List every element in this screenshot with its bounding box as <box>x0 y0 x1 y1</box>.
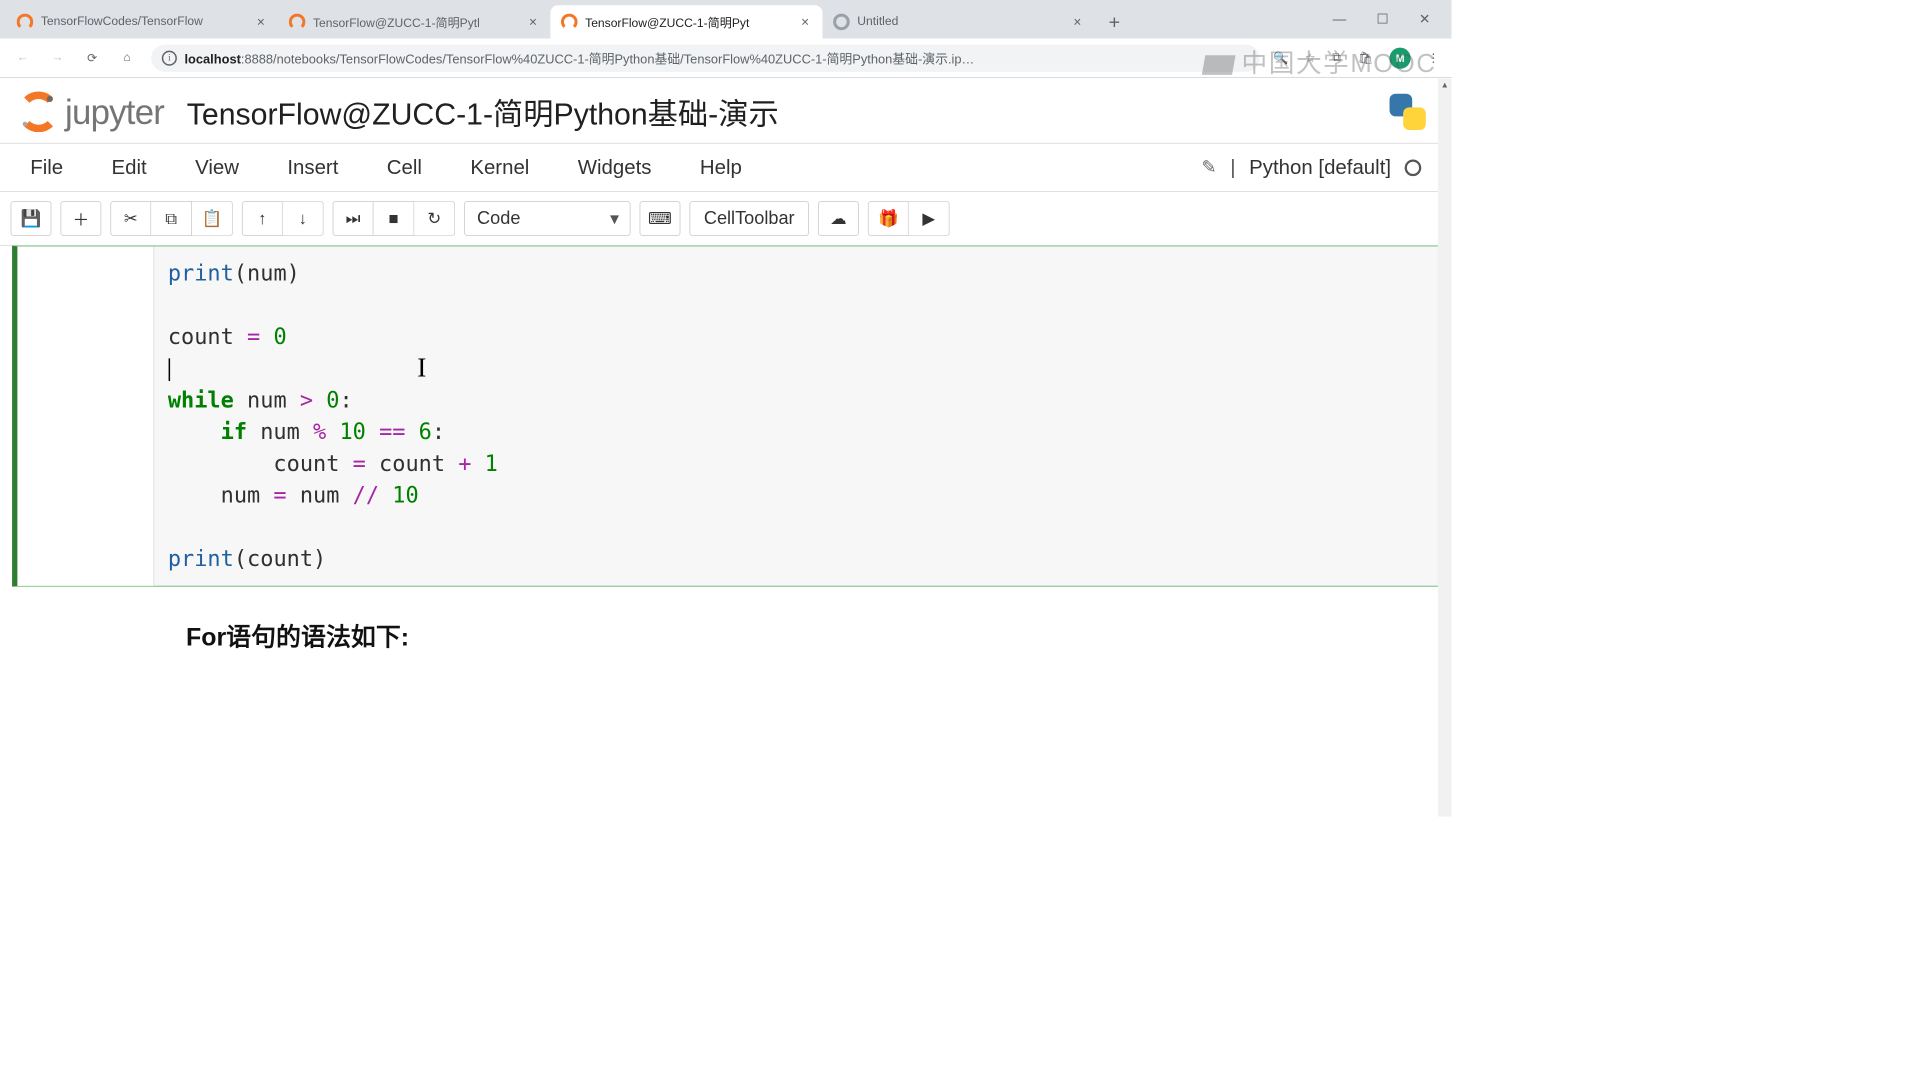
search-icon[interactable]: 🔍 <box>1273 50 1288 65</box>
vertical-scrollbar[interactable]: ▲ <box>1438 79 1452 817</box>
maximize-icon[interactable]: ☐ <box>1376 11 1388 27</box>
tab-title: TensorFlow@ZUCC-1-简明Pyt <box>585 13 791 31</box>
tab-title: TensorFlowCodes/TensorFlow <box>41 15 247 29</box>
menubar: File Edit View Insert Cell Kernel Widget… <box>0 144 1452 192</box>
home-button[interactable]: ⌂ <box>116 47 137 68</box>
profile-avatar[interactable]: M <box>1390 47 1411 68</box>
browser-tab[interactable]: TensorFlow@ZUCC-1-简明Pytl × <box>278 5 550 38</box>
jupyter-header: jupyter TensorFlow@ZUCC-1-简明Python基础-演示 <box>0 78 1452 144</box>
jupyter-favicon <box>17 14 34 31</box>
text-cursor <box>169 358 171 381</box>
menu-widgets[interactable]: Widgets <box>578 156 652 179</box>
gift-button[interactable]: 🎁 <box>868 201 909 236</box>
tab-close-icon[interactable]: × <box>798 15 812 29</box>
interrupt-button[interactable]: ■ <box>373 201 414 236</box>
menu-edit[interactable]: Edit <box>112 156 147 179</box>
jupyter-logo-text: jupyter <box>65 91 164 132</box>
shopping-icon[interactable]: 🛍 <box>1358 50 1373 65</box>
browser-tab[interactable]: TensorFlowCodes/TensorFlow × <box>6 5 278 38</box>
menu-insert[interactable]: Insert <box>287 156 338 179</box>
close-window-icon[interactable]: ✕ <box>1419 11 1430 27</box>
presentation-button[interactable]: ▶ <box>909 201 950 236</box>
tab-close-icon[interactable]: × <box>526 15 540 29</box>
forward-button[interactable]: → <box>47 47 68 68</box>
menu-cell[interactable]: Cell <box>387 156 422 179</box>
scroll-up-icon[interactable]: ▲ <box>1438 79 1452 93</box>
notebook-container: print(num) count = 0 I while num > 0: if… <box>0 246 1452 808</box>
new-tab-button[interactable]: + <box>1101 8 1128 35</box>
divider: | <box>1230 156 1235 179</box>
browser-tab[interactable]: Untitled × <box>823 5 1095 38</box>
menu-icon[interactable]: ⋮ <box>1427 50 1439 65</box>
tab-title: TensorFlow@ZUCC-1-简明Pytl <box>313 13 519 31</box>
browser-tab-strip: TensorFlowCodes/TensorFlow × TensorFlow@… <box>0 0 1452 39</box>
tab-close-icon[interactable]: × <box>1070 15 1084 29</box>
tab-title: Untitled <box>857 15 1063 29</box>
cell-type-select[interactable]: Code <box>464 201 630 236</box>
jupyter-favicon <box>561 14 578 31</box>
reader-icon[interactable]: ⧉ <box>1332 51 1341 65</box>
paste-button[interactable]: 📋 <box>192 201 233 236</box>
toolbar: 💾 ＋ ✂ ⧉ 📋 ↑ ↓ ⏭ ■ ↻ Code ⌨ CellToolbar ☁… <box>0 192 1452 246</box>
kernel-indicator-idle-icon <box>1405 159 1422 176</box>
restart-button[interactable]: ↻ <box>414 201 455 236</box>
jupyter-favicon <box>289 14 306 31</box>
menu-view[interactable]: View <box>195 156 239 179</box>
url-text: localhost:8888/notebooks/TensorFlowCodes… <box>184 48 974 67</box>
kernel-name[interactable]: Python [default] <box>1249 156 1391 179</box>
cell-prompt <box>17 246 153 586</box>
minimize-icon[interactable]: — <box>1333 11 1347 27</box>
move-down-button[interactable]: ↓ <box>283 201 324 236</box>
browser-toolbar: ← → ⟳ ⌂ i localhost:8888/notebooks/Tenso… <box>0 39 1452 78</box>
menu-help[interactable]: Help <box>700 156 742 179</box>
site-info-icon[interactable]: i <box>162 50 177 65</box>
move-up-button[interactable]: ↑ <box>242 201 283 236</box>
markdown-heading: For语句的语法如下: <box>12 587 1439 654</box>
cut-button[interactable]: ✂ <box>110 201 151 236</box>
address-bar[interactable]: i localhost:8888/notebooks/TensorFlowCod… <box>151 44 1259 71</box>
save-button[interactable]: 💾 <box>11 201 52 236</box>
edit-mode-icon: ✎ <box>1201 156 1216 178</box>
run-button[interactable]: ⏭ <box>333 201 374 236</box>
cloud-upload-button[interactable]: ☁ <box>818 201 859 236</box>
bookmark-icon[interactable]: ☆ <box>1305 50 1316 65</box>
python-logo-icon <box>1387 91 1429 133</box>
command-palette-button[interactable]: ⌨ <box>640 201 681 236</box>
code-cell-selected[interactable]: print(num) count = 0 I while num > 0: if… <box>12 246 1439 587</box>
tab-close-icon[interactable]: × <box>254 15 268 29</box>
copy-button[interactable]: ⧉ <box>151 201 192 236</box>
insert-cell-button[interactable]: ＋ <box>60 201 101 236</box>
menu-file[interactable]: File <box>30 156 63 179</box>
jupyter-logo[interactable]: jupyter <box>18 91 164 132</box>
jupyter-logo-icon <box>18 91 59 132</box>
celltoolbar-button[interactable]: CellToolbar <box>689 201 808 236</box>
window-controls: — ☐ ✕ <box>1333 0 1452 39</box>
code-editor[interactable]: print(num) count = 0 I while num > 0: if… <box>153 246 1438 586</box>
browser-tab-active[interactable]: TensorFlow@ZUCC-1-简明Pyt × <box>550 5 822 38</box>
reload-button[interactable]: ⟳ <box>82 47 103 68</box>
page-favicon <box>833 14 850 31</box>
menu-kernel[interactable]: Kernel <box>470 156 529 179</box>
notebook-name[interactable]: TensorFlow@ZUCC-1-简明Python基础-演示 <box>187 90 779 134</box>
back-button[interactable]: ← <box>12 47 33 68</box>
ibeam-cursor-icon: I <box>417 348 426 387</box>
